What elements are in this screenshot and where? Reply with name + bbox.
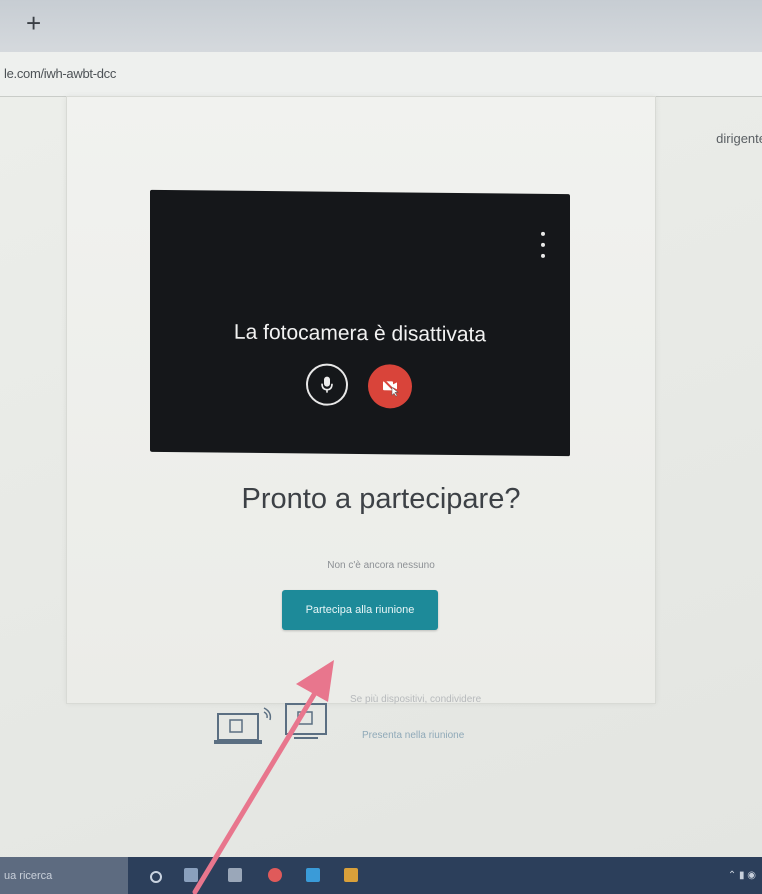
- microphone-icon: [321, 376, 333, 393]
- taskbar-search[interactable]: ua ricerca: [0, 857, 128, 894]
- present-link[interactable]: Presenta nella riunione: [362, 730, 464, 741]
- more-vert-icon[interactable]: [538, 231, 548, 258]
- new-tab-button[interactable]: +: [26, 10, 41, 36]
- windows-taskbar: ua ricerca ⌃ ▮ ◉: [0, 857, 762, 894]
- photo-frame: + le.com/iwh-awbt-dcc dirigente La fotoc…: [0, 0, 762, 894]
- camera-toggle-button[interactable]: [368, 364, 412, 409]
- file-explorer-icon[interactable]: [228, 868, 242, 882]
- page-title: Pronto a partecipare?: [241, 483, 521, 515]
- edge-icon[interactable]: [306, 868, 320, 882]
- browser-tab-bar: +: [0, 0, 762, 52]
- cortana-icon[interactable]: [150, 871, 162, 883]
- address-bar[interactable]: le.com/iwh-awbt-dcc: [0, 52, 762, 97]
- join-meeting-button[interactable]: Partecipa alla riunione: [282, 590, 438, 630]
- other-devices-text: Se più dispositivi, condividere: [350, 694, 482, 705]
- participants-status: Non c'è ancora nessuno: [327, 560, 435, 571]
- task-view-icon[interactable]: [184, 868, 198, 882]
- chrome-icon[interactable]: [268, 868, 282, 882]
- url-text: le.com/iwh-awbt-dcc: [4, 66, 117, 81]
- camera-off-icon: [382, 378, 399, 397]
- camera-preview: La fotocamera è disattivata: [150, 189, 570, 457]
- account-label[interactable]: dirigente: [716, 131, 762, 146]
- system-tray-icon[interactable]: ⌃ ▮ ◉: [728, 870, 756, 881]
- app-icon[interactable]: [344, 868, 358, 882]
- taskbar-search-text: ua ricerca: [4, 870, 53, 882]
- camera-off-message: La fotocamera è disattivata: [233, 320, 487, 347]
- microphone-button[interactable]: [306, 363, 348, 406]
- cast-devices-icon: [214, 703, 327, 744]
